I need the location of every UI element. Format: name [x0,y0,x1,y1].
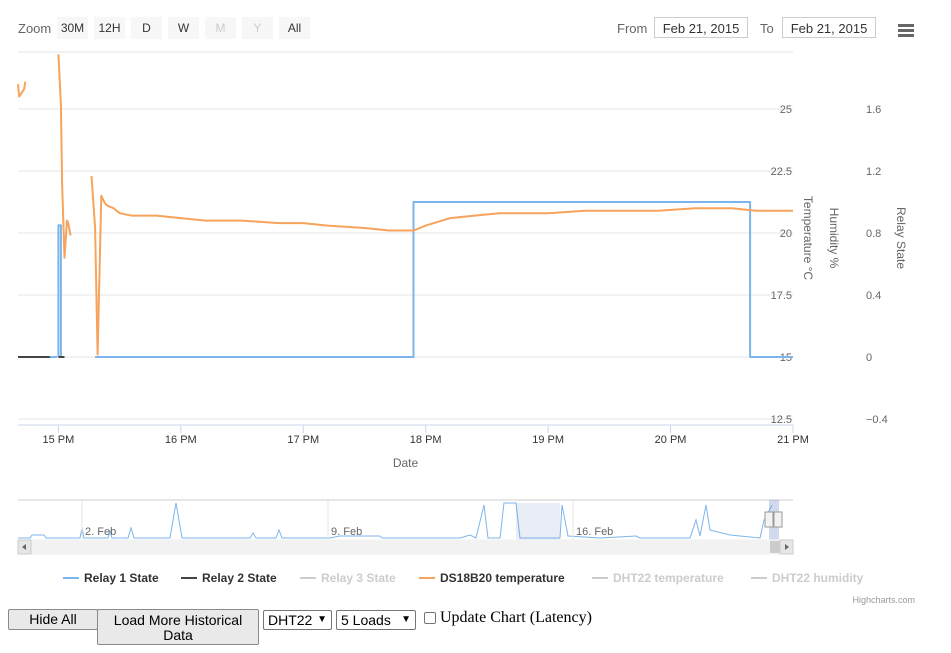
legend-item-relay-2-state: Relay 2 State [202,571,277,585]
x-tick-label: 20 PM [655,434,687,446]
navigator-handle-left [764,511,774,528]
x-tick-label: 19 PM [532,434,564,446]
legend-item-ds18b20-temperature: DS18B20 temperature [440,571,565,585]
update-chart-checkbox[interactable] [424,612,436,624]
temperature-tick-label: 25 [780,104,792,116]
range-button-30m[interactable]: 30M [57,17,88,39]
range-button-all[interactable]: All [279,17,310,39]
relay-tick-label: 1.2 [866,166,881,178]
to-label: To [760,21,774,36]
load-more-button[interactable]: Load More Historical Data [97,609,259,645]
navigator-label: 2. Feb [85,526,116,538]
dropdown-arrow-icon: ▼ [401,614,411,625]
range-button-d[interactable]: D [131,17,162,39]
relay-tick-label: −0.4 [866,414,888,426]
hide-all-button[interactable]: Hide All [8,609,98,630]
dropdown-arrow-icon: ▼ [317,614,327,625]
temperature-tick-label: 20 [780,228,792,240]
loads-select-value: 5 Loads [341,612,391,628]
x-tick-label: 21 PM [777,434,809,446]
relay-tick-label: 0 [866,352,872,364]
legend-item-relay-1-state: Relay 1 State [84,571,159,585]
relay-axis-title: Relay State [894,207,908,269]
navigator-label: 16. Feb [576,526,613,538]
temperature-tick-label: 17.5 [771,290,792,302]
scrollbar-track [17,539,794,555]
x-tick-label: 17 PM [287,434,319,446]
relay-tick-label: 0.4 [866,290,881,302]
sensor-select-value: DHT22 [268,612,313,628]
navigator-background [18,500,793,540]
range-button-m: M [205,17,236,39]
legend-item-dht22-humidity: DHT22 humidity [772,571,864,585]
x-axis-title: Date [393,456,419,470]
temperature-axis-title: Temperature °C [801,196,815,280]
humidity-axis-title: Humidity % [827,208,841,269]
chart-canvas: 15 PM 16 PM 17 PM 18 PM 19 PM 20 PM 21 PM Date 1… [0,51,915,605]
x-tick-label: 18 PM [410,434,442,446]
to-date-input[interactable]: Feb 21, 2015 [782,17,876,38]
legend-item-dht22-temperature: DHT22 temperature [613,571,724,585]
from-date-input[interactable]: Feb 21, 2015 [654,17,748,38]
relay-tick-label: 1.6 [866,104,881,116]
series-line-ds18b20-temperature [17,54,793,356]
legend-item-relay-3-state: Relay 3 State [321,571,396,585]
navigator-handle-right [773,511,783,528]
sensor-select[interactable]: DHT22 ▼ [263,610,332,630]
from-label: From [617,21,648,36]
navigator-area-fill [516,503,560,540]
zoom-label: Zoom [18,21,52,36]
loads-select[interactable]: 5 Loads ▼ [336,610,416,630]
x-tick-label: 15 PM [43,434,75,446]
series-line-relay-1-state [18,201,793,358]
credits-link: Highcharts.com [852,595,915,605]
temperature-tick-label: 22.5 [771,166,792,178]
range-button-y: Y [242,17,273,39]
x-tick-label: 16 PM [165,434,197,446]
relay-tick-label: 0.8 [866,228,881,240]
range-button-12h[interactable]: 12H [94,17,125,39]
navigator-label: 9. Feb [331,526,362,538]
hamburger-menu-icon[interactable] [894,20,918,38]
scrollbar-thumb [770,541,780,553]
update-chart-label: Update Chart (Latency) [440,609,592,626]
range-button-w[interactable]: W [168,17,199,39]
temperature-tick-label: 12.5 [771,414,792,426]
